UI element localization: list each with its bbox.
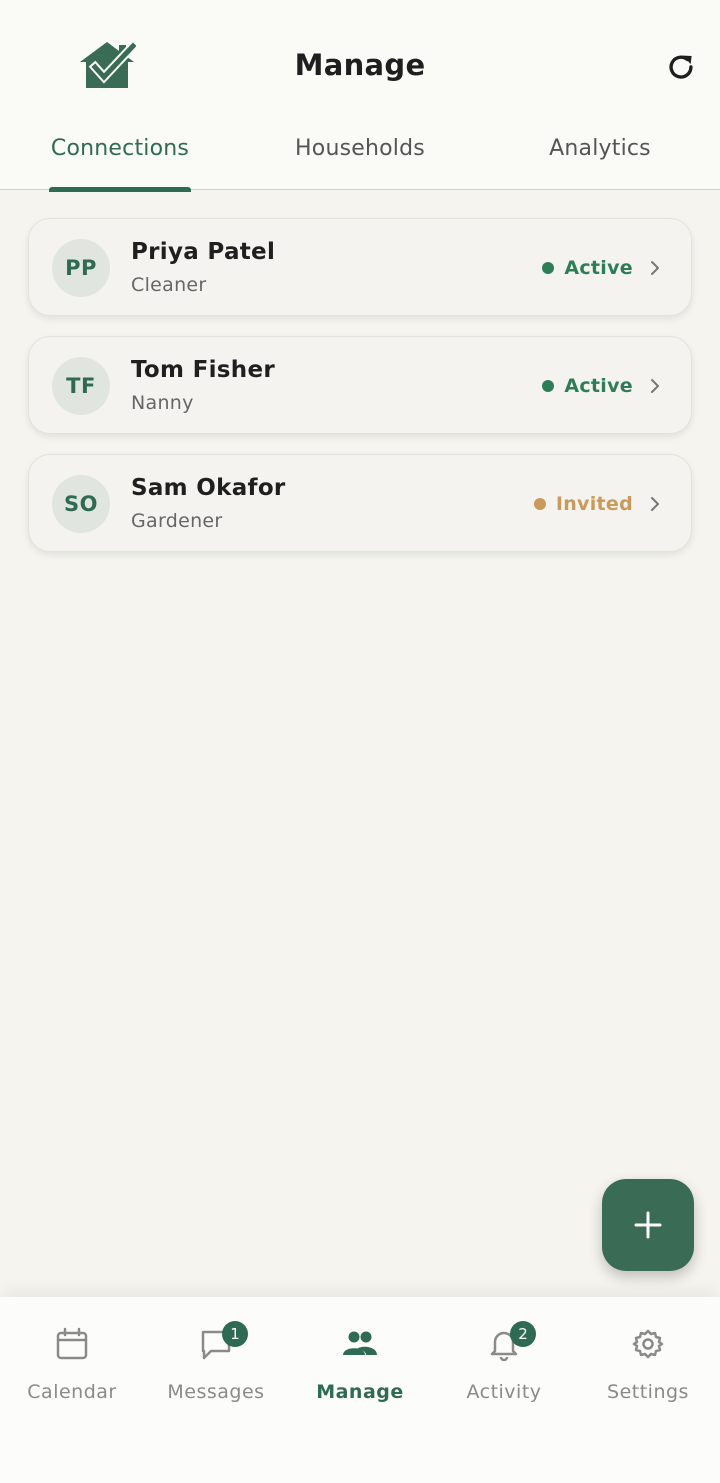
tab-connections[interactable]: Connections xyxy=(0,130,240,192)
nav-calendar[interactable]: Calendar xyxy=(0,1297,144,1483)
bottom-navigation: Calendar 1 Messages Manage 2 Activity Se… xyxy=(0,1297,720,1483)
chevron-right-icon xyxy=(651,261,659,275)
people-icon xyxy=(343,1331,377,1355)
notification-count-badge: 2 xyxy=(510,1321,536,1347)
app-root: Manage Connections Households Analytics … xyxy=(0,0,720,1483)
connection-name: Tom Fisher xyxy=(131,357,276,383)
plus-icon xyxy=(634,1211,662,1239)
connection-role: Gardener xyxy=(131,510,223,532)
avatar: PP xyxy=(52,239,110,297)
nav-activity[interactable]: 2 Activity xyxy=(432,1297,576,1483)
nav-messages[interactable]: 1 Messages xyxy=(144,1297,288,1483)
gear-icon xyxy=(632,1329,664,1359)
status-text: Invited xyxy=(555,493,633,515)
status-badge: Active xyxy=(542,375,633,397)
connection-role: Cleaner xyxy=(131,274,207,296)
tab-bar: Connections Households Analytics xyxy=(0,130,720,192)
nav-settings[interactable]: Settings xyxy=(576,1297,720,1483)
status-dot xyxy=(533,498,546,510)
add-connection-button[interactable] xyxy=(602,1179,694,1271)
connection-card-priya-patel[interactable]: PP Priya Patel Cleaner Active xyxy=(28,218,692,316)
tab-households[interactable]: Households xyxy=(240,130,480,190)
tab-analytics[interactable]: Analytics xyxy=(480,130,720,190)
page-title: Manage xyxy=(294,48,426,82)
status-text: Active xyxy=(564,375,633,397)
status-badge: Active xyxy=(542,257,633,279)
status-text: Active xyxy=(564,257,633,279)
status-badge: Invited xyxy=(533,493,633,515)
connections-list: PP Priya Patel Cleaner Active TF Tom Fis… xyxy=(28,218,692,572)
avatar: TF xyxy=(52,357,110,415)
top-app-bar: Manage Connections Households Analytics xyxy=(0,0,720,192)
status-dot xyxy=(542,262,555,274)
unread-count-badge: 1 xyxy=(222,1321,248,1347)
chevron-right-icon xyxy=(651,379,659,393)
connection-name: Priya Patel xyxy=(131,239,276,265)
nav-label: Activity xyxy=(466,1381,542,1403)
calendar-icon xyxy=(56,1327,88,1360)
chevron-right-icon xyxy=(651,497,659,511)
connection-card-tom-fisher[interactable]: TF Tom Fisher Nanny Active xyxy=(28,336,692,434)
nav-label: Manage xyxy=(316,1381,404,1403)
refresh-icon[interactable] xyxy=(664,50,698,84)
connection-role: Nanny xyxy=(131,392,194,414)
nav-manage[interactable]: Manage xyxy=(288,1297,432,1483)
avatar: SO xyxy=(52,475,110,533)
nav-label: Settings xyxy=(607,1381,689,1403)
nav-label: Calendar xyxy=(27,1381,117,1403)
nav-label: Messages xyxy=(167,1381,265,1403)
connection-card-sam-okafor[interactable]: SO Sam Okafor Gardener Invited xyxy=(28,454,692,552)
status-dot xyxy=(542,380,555,392)
connection-name: Sam Okafor xyxy=(131,475,286,501)
